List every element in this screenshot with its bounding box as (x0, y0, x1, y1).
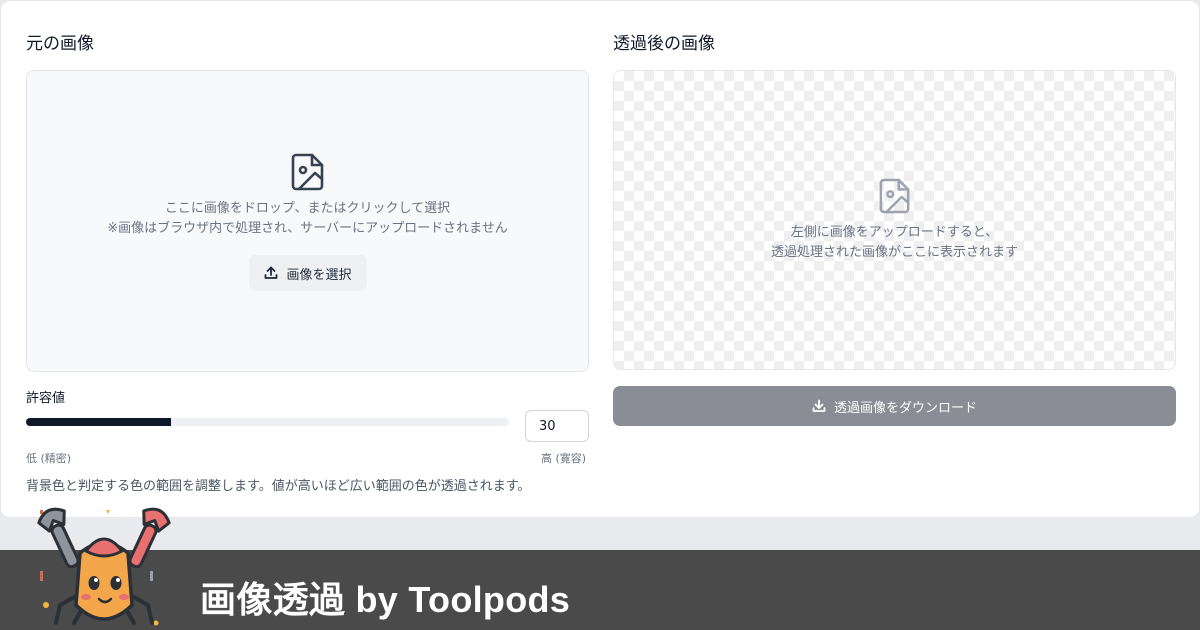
footer-brand-title: 画像透過 by Toolpods (200, 579, 571, 620)
upload-icon (265, 266, 278, 279)
dropzone-instruction: ここに画像をドロップ、またはクリックして選択 (164, 201, 451, 216)
tolerance-high-label: 高 (寛容) (541, 452, 587, 465)
result-preview: 左側に画像をアップロードすると、 透過処理された画像がここに表示されます (613, 70, 1176, 370)
dropzone-privacy-note: ※画像はブラウザ内で処理され、サーバーにアップロードされません (107, 221, 508, 236)
preview-placeholder-line1: 左側に画像をアップロードすると、 (790, 225, 999, 240)
tolerance-slider-fill (26, 418, 171, 426)
tolerance-slider[interactable] (26, 418, 509, 426)
image-dropzone[interactable]: ここに画像をドロップ、またはクリックして選択 ※画像はブラウザ内で処理され、サー… (26, 70, 589, 372)
tolerance-low-label: 低 (精密) (26, 452, 72, 465)
select-image-button[interactable]: 画像を選択 (249, 255, 367, 291)
footer-banner (0, 550, 1200, 630)
image-file-icon (879, 178, 910, 214)
preview-placeholder-line2: 透過処理された画像がここに表示されます (770, 245, 1018, 260)
download-label: 透過画像をダウンロード (833, 400, 977, 416)
tolerance-input[interactable] (525, 410, 589, 442)
image-file-icon (291, 153, 324, 191)
result-image-title: 透過後の画像 (613, 34, 715, 54)
tolerance-help-text: 背景色と判定する色の範囲を調整します。値が高いほど広い範囲の色が透過されます。 (26, 479, 531, 494)
download-button[interactable]: 透過画像をダウンロード (613, 386, 1176, 426)
tolerance-label: 許容値 (26, 391, 66, 406)
crab-mascot-logo (37, 507, 171, 626)
download-icon (812, 399, 826, 412)
main-card: 元の画像 ここに画像をドロップ、またはクリックして選択 ※画像はブラウザ内で処理… (0, 0, 1200, 518)
original-image-title: 元の画像 (26, 34, 94, 54)
select-image-label: 画像を選択 (286, 267, 352, 283)
